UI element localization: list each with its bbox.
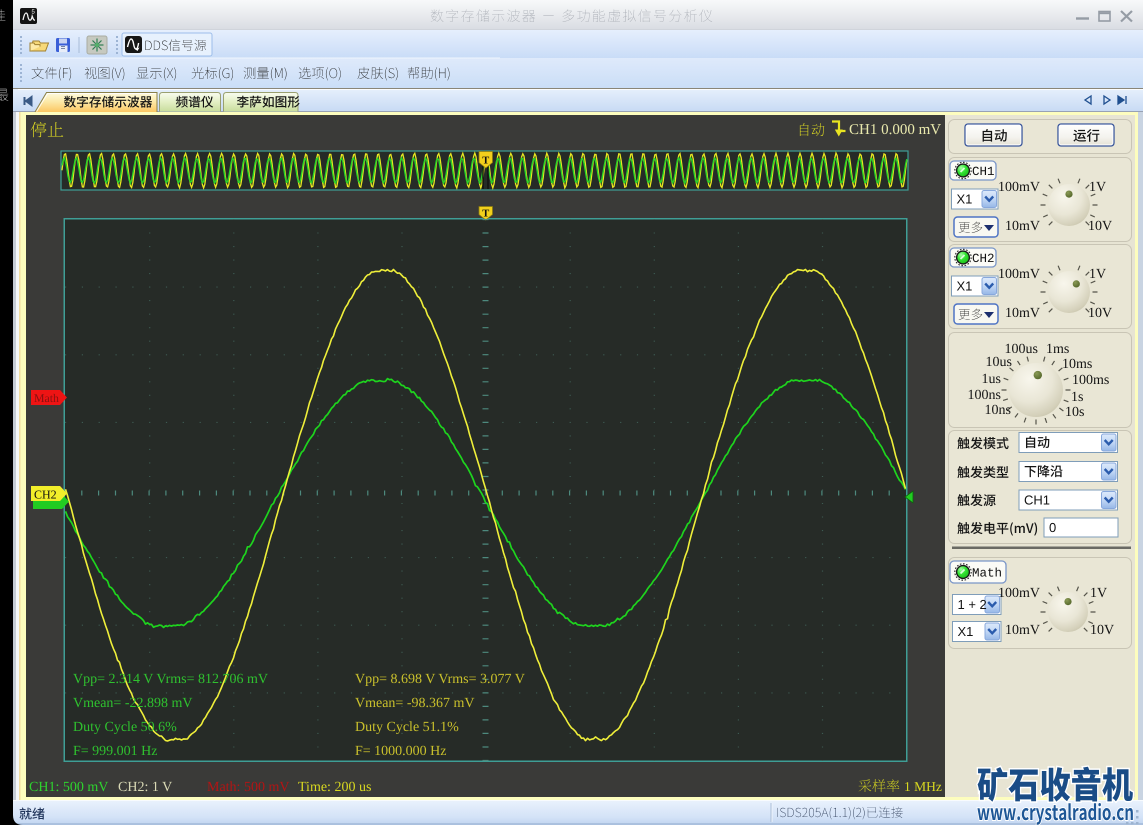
svg-text:Math: 500 mV: Math: 500 mV [207, 780, 289, 795]
svg-text:Vpp= 2.314 V Vrms= 812.706 mV: Vpp= 2.314 V Vrms= 812.706 mV [73, 672, 268, 687]
svg-text:10V: 10V [1088, 219, 1112, 234]
svg-text:1s: 1s [1071, 390, 1083, 405]
svg-text:Duty Cycle 50.6%: Duty Cycle 50.6% [73, 720, 177, 735]
svg-text:1ms: 1ms [1046, 342, 1069, 357]
svg-text:10V: 10V [1088, 306, 1112, 321]
svg-text:10mV: 10mV [1005, 623, 1040, 638]
svg-text:Math: Math [34, 391, 59, 405]
svg-text:1V: 1V [1090, 586, 1107, 601]
svg-text:100mV: 100mV [998, 267, 1040, 282]
svg-text:T: T [482, 209, 489, 220]
svg-text:Vmean= -22.898 mV: Vmean= -22.898 mV [73, 696, 193, 711]
svg-text:Vpp= 8.698 V Vrms= 3.077 V: Vpp= 8.698 V Vrms= 3.077 V [355, 672, 525, 687]
svg-text:CH1 0.000 mV: CH1 0.000 mV [849, 122, 941, 138]
svg-text:100mV: 100mV [998, 586, 1040, 601]
svg-text:100mV: 100mV [998, 180, 1040, 195]
svg-text:10us: 10us [986, 355, 1012, 370]
svg-text:0: 0 [1049, 520, 1056, 535]
svg-text:Duty Cycle 51.1%: Duty Cycle 51.1% [355, 720, 459, 735]
svg-text:CH1: CH1 [972, 165, 995, 179]
svg-text:10ns: 10ns [985, 403, 1011, 418]
svg-text:100ns: 100ns [968, 388, 1001, 403]
svg-text:F= 999.001 Hz: F= 999.001 Hz [73, 744, 158, 759]
svg-text:CH2: CH2 [972, 252, 995, 266]
svg-text:T: T [482, 156, 489, 167]
svg-text:X1: X1 [958, 624, 974, 639]
svg-text:1V: 1V [1089, 267, 1106, 282]
svg-text:1 MHz: 1 MHz [904, 779, 942, 794]
svg-text:CH1: 500 mV: CH1: 500 mV [29, 780, 108, 795]
svg-text:10s: 10s [1065, 405, 1084, 420]
svg-text:CH1: CH1 [1024, 493, 1050, 508]
svg-text:X1: X1 [957, 192, 973, 207]
svg-text:CH2: 1 V: CH2: 1 V [118, 780, 172, 795]
svg-text:10mV: 10mV [1005, 219, 1040, 234]
svg-text:Time: 200 us: Time: 200 us [298, 780, 371, 795]
svg-text:1 + 2: 1 + 2 [958, 597, 987, 612]
svg-text:1V: 1V [1089, 180, 1106, 195]
svg-text:CH2: CH2 [34, 488, 57, 502]
svg-text:Math: Math [972, 567, 1002, 581]
svg-text:F= 1000.000 Hz: F= 1000.000 Hz [355, 744, 447, 759]
svg-text:10mV: 10mV [1005, 306, 1040, 321]
svg-text:X1: X1 [957, 279, 973, 294]
svg-text:100ms: 100ms [1072, 373, 1109, 388]
svg-text:10ms: 10ms [1062, 357, 1092, 372]
svg-text:Vmean= -98.367 mV: Vmean= -98.367 mV [355, 696, 475, 711]
svg-text:10V: 10V [1090, 623, 1114, 638]
svg-text:1us: 1us [982, 372, 1001, 387]
